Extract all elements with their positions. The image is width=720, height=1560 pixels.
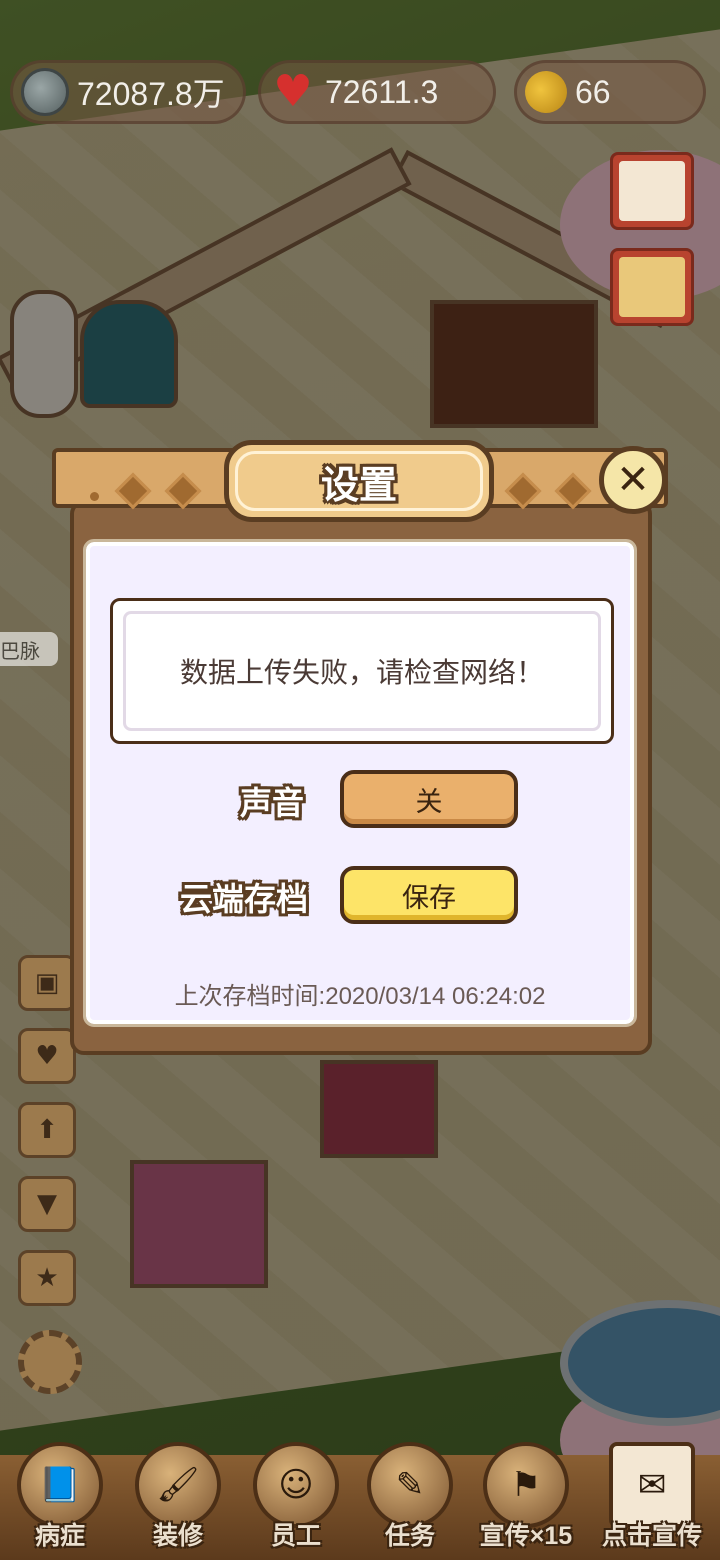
mystery-bag-card[interactable]: [610, 248, 694, 326]
dialog-title: 设置: [320, 464, 397, 507]
nav-label: 任务: [384, 1522, 435, 1550]
header-diamond: [114, 472, 152, 510]
header-dot: [90, 492, 99, 501]
hire-staff-card[interactable]: [610, 152, 694, 230]
save-button[interactable]: 保存: [340, 866, 518, 924]
upgrade-icon[interactable]: ⬆: [18, 1102, 76, 1158]
nav-click-promote[interactable]: ✉ 点击宣传: [600, 1442, 704, 1552]
nav-label: 员工: [270, 1522, 321, 1550]
message-box: 数据上传失败，请检查网络！: [110, 598, 614, 744]
nav-label: 病症: [34, 1522, 85, 1550]
nav-label: 宣传×15: [479, 1522, 573, 1550]
nav-promote[interactable]: ⚑ 宣传×15: [474, 1442, 578, 1552]
dialog-body: 数据上传失败，请检查网络！ 声音 关 云端存档 保存 上次存档时间:2020/0…: [83, 539, 637, 1027]
header-diamond: [554, 472, 592, 510]
nav-label: 装修: [152, 1522, 203, 1550]
nav-label: 点击宣传: [601, 1522, 702, 1550]
nav-disease[interactable]: 📘 病症: [8, 1442, 112, 1552]
sound-toggle-value: 关: [415, 786, 443, 817]
close-button[interactable]: ✕: [599, 446, 667, 514]
settings-dialog: 设置 ✕ 数据上传失败，请检查网络！ 声音 关 云端存档 保存 上次存档时间:2…: [52, 440, 668, 1055]
settings-gear-icon[interactable]: [18, 1330, 82, 1394]
upload-error-message: 数据上传失败，请检查网络！: [179, 657, 544, 688]
hearts-value: 72611.3: [325, 73, 439, 110]
last-save-time: 上次存档时间:2020/03/14 06:24:02: [174, 983, 546, 1010]
close-icon: ✕: [616, 457, 650, 503]
leaf-counter: 66: [514, 60, 706, 124]
header-diamond: [164, 472, 202, 510]
heart-icon: ♥: [273, 66, 313, 117]
sound-label: 声音: [240, 785, 305, 821]
leaf-icon: [519, 65, 573, 119]
coin-icon: [21, 68, 69, 116]
pulse-tag[interactable]: 巴脉: [0, 632, 58, 666]
save-button-label: 保存: [402, 882, 456, 913]
title-plaque: 设置: [224, 440, 494, 522]
nav-tasks[interactable]: ✎ 任务: [358, 1442, 462, 1552]
clothing-icon[interactable]: ▼: [18, 1176, 76, 1232]
header-diamond: [504, 472, 542, 510]
leaves-value: 66: [575, 73, 611, 110]
sound-toggle-button[interactable]: 关: [340, 770, 518, 828]
cloud-save-label: 云端存档: [180, 881, 309, 917]
silver-counter: 72087.8万: [10, 60, 246, 124]
nav-staff[interactable]: ☺ 员工: [244, 1442, 348, 1552]
heart-counter: ♥ 72611.3: [258, 60, 496, 124]
star-book-icon[interactable]: ★: [18, 1250, 76, 1306]
nav-decorate[interactable]: 🖌 装修: [126, 1442, 230, 1552]
silver-value: 72087.8万: [77, 76, 225, 112]
pulse-tag-label: 巴脉: [0, 640, 40, 663]
